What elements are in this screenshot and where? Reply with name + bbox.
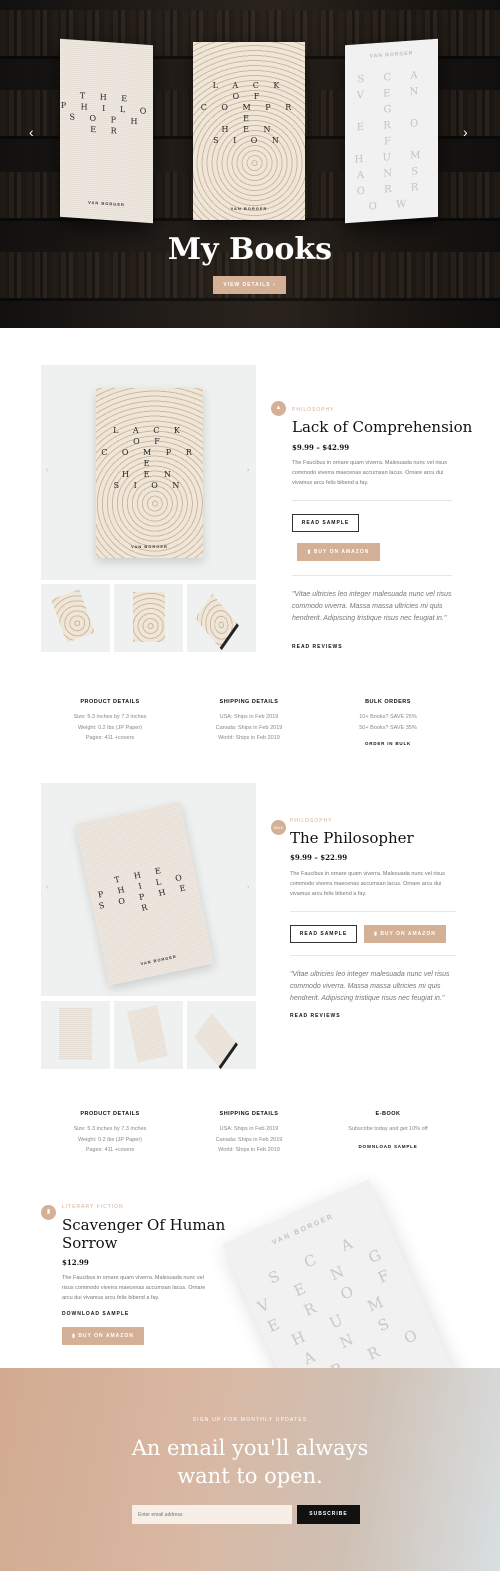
graduation-cap-icon: ▲ <box>271 401 286 416</box>
product-details-list: Size: 5.3 inches by 7.3 inches Weight: 0… <box>73 714 147 741</box>
read-reviews-link[interactable]: READ REVIEWS <box>290 1013 341 1019</box>
gallery-thumb-3[interactable] <box>187 1001 256 1070</box>
order-in-bulk-link[interactable]: ORDER IN BULK <box>338 741 438 746</box>
hero-slider: ‹ › T H E P H I L O S O P H E R VAN BORG… <box>0 0 500 328</box>
bulk-orders-heading: BULK ORDERS <box>365 699 411 705</box>
book-title: Lack of Comprehension <box>292 418 473 436</box>
book-cover-title: T H E P H I L O S O P H E R <box>97 864 193 913</box>
review-quote: "Vitae ultricies leo integer malesuada n… <box>290 971 450 1002</box>
book-description: The Faucibus in ornare quam viverra. Mal… <box>290 871 445 897</box>
buy-on-amazon-button[interactable]: ▮ BUY ON AMAZON <box>297 543 380 561</box>
book-description: The Faucibus in ornare quam viverra. Mal… <box>62 1275 206 1301</box>
view-details-button[interactable]: VIEW DETAILS › <box>213 276 286 294</box>
book-description: The Faucibus in ornare quam viverra. Mal… <box>292 460 447 486</box>
ebook-heading: E-BOOK <box>375 1111 401 1117</box>
divider <box>290 911 456 912</box>
bookmark-icon: ▮ <box>41 1205 56 1220</box>
gallery-prev-icon[interactable]: ‹ <box>46 467 48 474</box>
gallery-next-icon[interactable]: › <box>247 467 249 474</box>
read-sample-button[interactable]: READ SAMPLE <box>292 514 359 532</box>
newsletter-subtitle: SIGN UP FOR MONTHLY UPDATES <box>192 1417 308 1423</box>
gallery-next-icon[interactable]: › <box>247 884 249 891</box>
book-cover-image: L A C K O F C O M P R E H E N S I O N VA… <box>96 388 203 558</box>
gallery-prev-icon[interactable]: ‹ <box>46 884 48 891</box>
divider <box>290 955 456 956</box>
buy-button-label: BUY ON AMAZON <box>313 549 370 555</box>
buy-button-label: BUY ON AMAZON <box>380 931 436 937</box>
newsletter-title: An email you'll always want to open. <box>131 1436 369 1488</box>
book-category: PHILOSOPHY <box>292 407 335 413</box>
slider-prev-icon[interactable]: ‹ <box>29 124 34 140</box>
divider <box>292 575 452 576</box>
shipping-details-list: USA: Ships in Feb 2019 Canada: Ships in … <box>215 1126 283 1153</box>
product-gallery-main[interactable]: T H E P H I L O S O P H E R VAN BORGER ‹… <box>41 783 256 996</box>
book-author-text: VAN BORGER <box>230 206 268 211</box>
book-cover-title: L A C K O F C O M P R E H E N S I O N <box>101 426 198 490</box>
review-quote: "Vitae ultricies leo integer malesuada n… <box>292 591 452 622</box>
ebook-text: Subscribe today and get 10% off <box>348 1126 428 1132</box>
thumb-book-image <box>133 592 165 642</box>
download-sample-link[interactable]: DOWNLOAD SAMPLE <box>62 1311 129 1317</box>
product-details-heading: PRODUCT DETAILS <box>80 1111 140 1117</box>
hero-book-scavenger[interactable]: VAN BORGER S C A V E N G E R O F H U M A… <box>345 38 438 224</box>
thumb-book-image <box>59 1008 92 1060</box>
bulk-orders-list: 10+ Books? SAVE 25% 50+ Books? SAVE 35% <box>359 714 417 731</box>
hero-book-philosopher[interactable]: T H E P H I L O S O P H E R VAN BORGER <box>60 38 153 224</box>
shipping-details-list: USA: Ships in Feb 2019 Canada: Ships in … <box>215 714 283 741</box>
read-reviews-link[interactable]: READ REVIEWS <box>292 644 343 650</box>
book-title: Scavenger Of Human Sorrow <box>62 1216 226 1252</box>
book-price: $12.99 <box>62 1258 89 1267</box>
product-gallery-main[interactable]: L A C K O F C O M P R E H E N S I O N VA… <box>41 365 256 580</box>
hero-title: My Books <box>167 232 333 267</box>
gallery-thumb-3[interactable] <box>187 584 256 652</box>
book-author-text: VAN BORGER <box>88 199 125 208</box>
subscribe-button[interactable]: SUBSCRIBE <box>297 1505 360 1524</box>
gallery-thumb-1[interactable] <box>41 584 110 652</box>
hero-book-lack-of-comprehension[interactable]: L A C K O F C O M P R E H E N S I O N VA… <box>193 42 305 220</box>
gallery-thumb-2[interactable] <box>114 584 183 652</box>
book-cover-image: T H E P H I L O S O P H E R VAN BORGER <box>75 801 214 986</box>
book-title-text: T H E P H I L O S O P H E R <box>60 91 153 137</box>
book-category: PHILOSOPHY <box>290 818 333 824</box>
book-price: $9.99 – $22.99 <box>290 853 348 862</box>
thumb-book-image <box>51 589 95 643</box>
shipping-details-heading: SHIPPING DETAILS <box>219 699 279 705</box>
book-cover-author: VAN BORGER <box>131 544 168 549</box>
book-title-text: L A C K O F C O M P R E H E N S I O N <box>200 81 298 145</box>
gallery-thumb-2[interactable] <box>114 1001 183 1069</box>
buy-on-amazon-button[interactable]: ▮ BUY ON AMAZON <box>62 1327 144 1345</box>
read-sample-button[interactable]: READ SAMPLE <box>290 925 357 943</box>
book-cover-author: VAN BORGER <box>140 953 178 967</box>
buy-button-label: BUY ON AMAZON <box>78 1333 134 1339</box>
book-price: $9.99 – $42.99 <box>292 443 350 452</box>
buy-on-amazon-button[interactable]: ▮ BUY ON AMAZON <box>364 925 446 943</box>
thumb-book-image <box>194 1012 238 1070</box>
book-title-text: S C A V E N G E R O F H U M A N S O R R … <box>354 69 429 213</box>
book-category: LITERARY FICTION <box>62 1204 124 1210</box>
thumb-book-image <box>195 593 239 651</box>
shipping-details-heading: SHIPPING DETAILS <box>219 1111 279 1117</box>
gallery-thumb-1[interactable] <box>41 1001 110 1069</box>
book-author-text: VAN BORGER <box>369 50 414 60</box>
book-title: The Philosopher <box>290 829 414 847</box>
sale-badge: SALE <box>271 820 286 835</box>
download-sample-link[interactable]: DOWNLOAD SAMPLE <box>338 1144 438 1149</box>
divider <box>292 500 452 501</box>
thumb-book-image <box>126 1005 169 1063</box>
product-details-heading: PRODUCT DETAILS <box>80 699 140 705</box>
product-details-list: Size: 5.3 inches by 7.3 inches Weight: 0… <box>73 1126 147 1153</box>
slider-next-icon[interactable]: › <box>463 124 468 140</box>
email-input[interactable] <box>132 1505 292 1524</box>
